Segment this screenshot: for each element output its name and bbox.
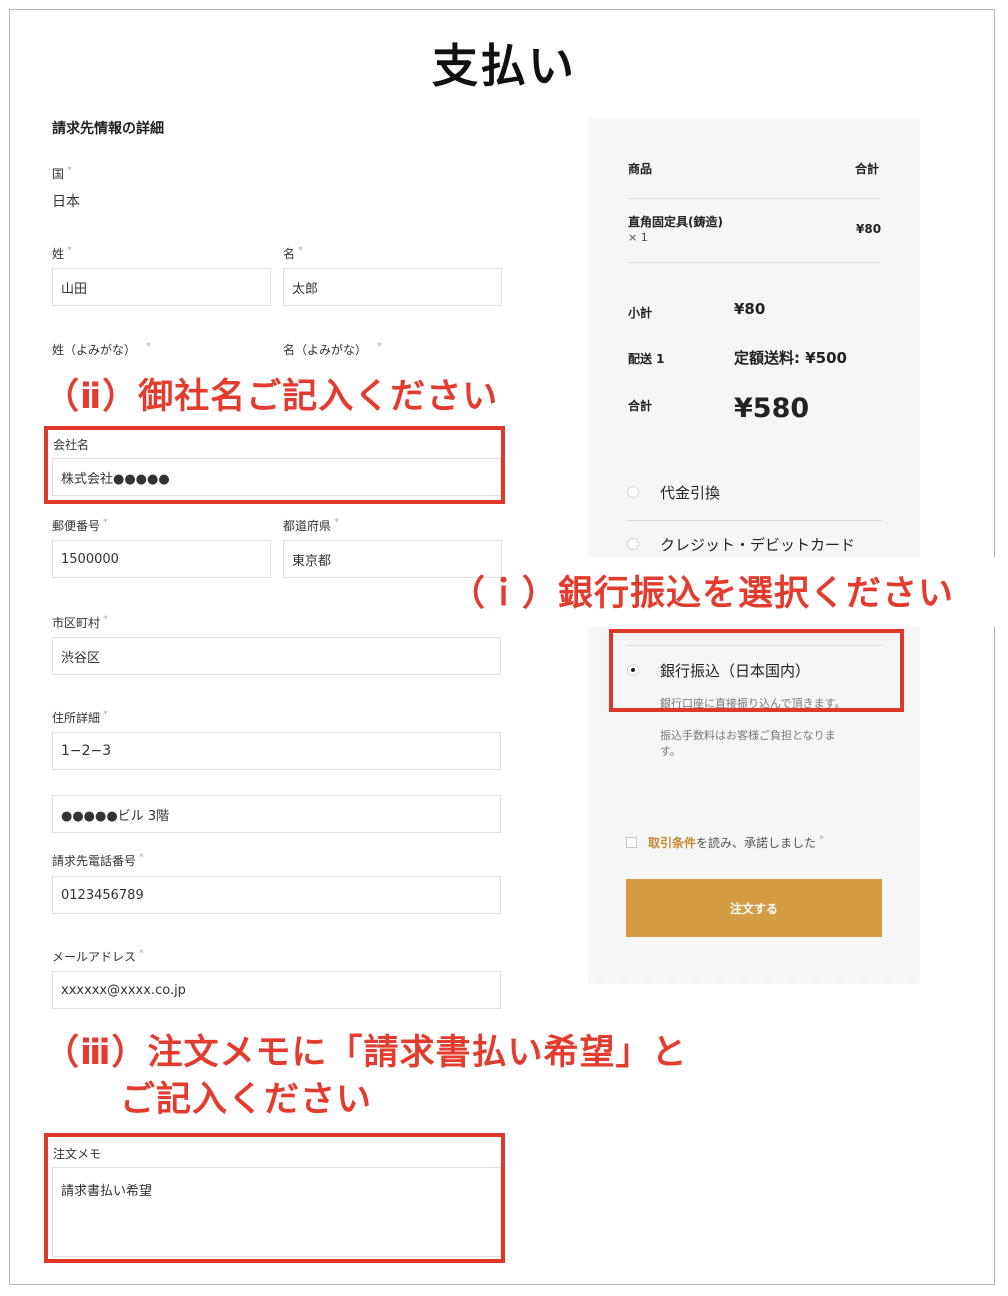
required-mark: * [103, 709, 109, 720]
place-order-button[interactable]: 注文する [626, 879, 882, 937]
phone-input[interactable]: 0123456789 [52, 876, 501, 914]
subtotal-label: 小計 [628, 306, 653, 320]
callout-note-line2: ご記入ください [120, 1080, 373, 1120]
required-mark: * [139, 948, 145, 959]
city-label: 市区町村 * [52, 614, 109, 630]
panel-scallop-top [588, 114, 920, 122]
company-highlight-box [44, 426, 505, 504]
billing-heading: 請求先情報の詳細 [52, 121, 164, 137]
required-mark: * [377, 341, 383, 352]
panel-scallop-bottom [588, 980, 920, 988]
country-label: 国 * [52, 165, 73, 181]
divider [628, 262, 880, 263]
item-name: 直角固定具(鋳造) [628, 215, 723, 229]
divider [626, 520, 882, 521]
required-mark: * [819, 834, 825, 845]
required-mark: * [103, 517, 109, 528]
shipping-value: 定額送料: ¥500 [734, 349, 847, 367]
last-name-input[interactable]: 山田 [52, 268, 271, 306]
phone-label: 請求先電話番号 * [52, 852, 145, 868]
postcode-input[interactable]: 1500000 [52, 540, 271, 578]
divider [628, 198, 880, 199]
terms-checkbox[interactable] [626, 837, 637, 848]
email-label: メールアドレス * [52, 948, 145, 964]
required-mark: * [146, 341, 152, 352]
col-total-header: 合計 [855, 162, 880, 176]
first-name-label: 名 * [283, 245, 304, 261]
payment-label-card[interactable]: クレジット・デビットカード [660, 534, 855, 555]
first-name-input[interactable]: 太郎 [283, 268, 502, 306]
item-price: ¥80 [856, 222, 882, 236]
col-product-header: 商品 [628, 162, 653, 176]
required-mark: * [103, 614, 109, 625]
order-note-highlight-box [44, 1133, 505, 1263]
first-name-kana-label: 名（よみがな） * [283, 341, 383, 357]
total-value: ¥580 [734, 393, 810, 424]
page-title: 支払い [432, 39, 576, 93]
required-mark: * [139, 852, 145, 863]
subtotal-value: ¥80 [734, 300, 766, 318]
total-label: 合計 [628, 399, 653, 413]
callout-payment: （ｉ）銀行振込を選択ください [450, 574, 955, 614]
payment-radio-cod[interactable] [627, 486, 639, 498]
callout-note-line1: （ⅲ）注文メモに「請求書払い希望」と [44, 1033, 688, 1073]
city-input[interactable]: 渋谷区 [52, 637, 501, 675]
terms-link[interactable]: 取引条件 [648, 836, 696, 850]
address2-input[interactable]: ●●●●●ビル 3階 [52, 795, 501, 833]
email-input[interactable]: xxxxxx@xxxx.co.jp [52, 971, 501, 1009]
required-mark: * [298, 245, 304, 256]
last-name-kana-label: 姓（よみがな） * [52, 341, 152, 357]
last-name-label: 姓 * [52, 245, 73, 261]
address-label: 住所詳細 * [52, 709, 109, 725]
country-value: 日本 [52, 194, 80, 210]
address-input[interactable]: 1−2−3 [52, 732, 501, 770]
prefecture-label: 都道府県 * [283, 517, 340, 533]
bank-note-2: 振込手数料はお客様ご負担となります。 [660, 729, 836, 758]
required-mark: * [67, 245, 73, 256]
shipping-label: 配送 1 [628, 352, 665, 366]
payment-label-cod[interactable]: 代金引換 [660, 482, 720, 503]
required-mark: * [334, 517, 340, 528]
required-mark: * [67, 165, 73, 176]
item-qty: × 1 [628, 231, 648, 244]
bank-note-1: 銀行口座に直接振り込んで頂きます。 [660, 697, 846, 710]
postcode-label: 郵便番号 * [52, 517, 109, 533]
payment-radio-card[interactable] [627, 538, 639, 550]
terms-text: 取引条件を読み、承諾しました * [648, 834, 825, 850]
callout-company: （ⅱ）御社名ご記入ください [44, 377, 499, 417]
